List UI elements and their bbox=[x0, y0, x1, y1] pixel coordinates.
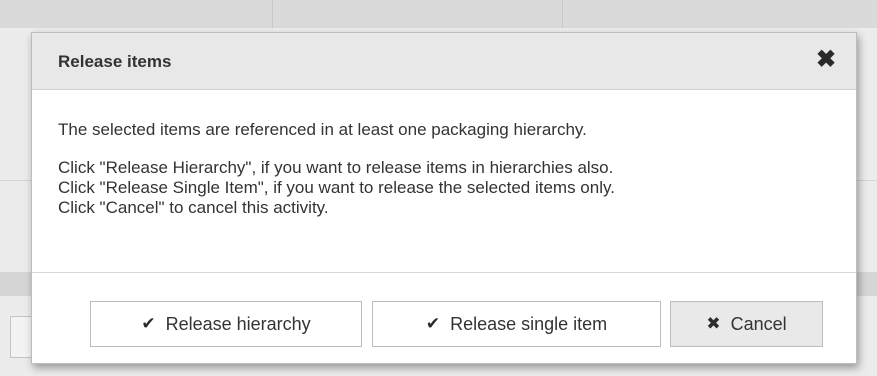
dialog-message-intro: The selected items are referenced in at … bbox=[58, 120, 587, 139]
checkmark-icon: ✔ bbox=[141, 314, 156, 333]
dialog-message-line: Click "Cancel" to cancel this activity. bbox=[58, 198, 329, 217]
background-column-divider bbox=[272, 0, 273, 28]
dialog-message-line: Click "Release Hierarchy", if you want t… bbox=[58, 158, 614, 177]
dialog-message-line: Click "Release Single Item", if you want… bbox=[58, 178, 615, 197]
checkmark-icon: ✔ bbox=[425, 314, 441, 333]
release-hierarchy-button[interactable]: ✔ Release hierarchy bbox=[90, 301, 362, 347]
background-table-header bbox=[0, 0, 877, 28]
background-column-divider bbox=[562, 0, 563, 28]
dialog-titlebar: Release items ✖ bbox=[32, 33, 856, 90]
dialog-footer: ✔ Release hierarchy ✔ Release single ite… bbox=[32, 273, 856, 363]
release-hierarchy-label: Release hierarchy bbox=[165, 313, 311, 334]
release-items-dialog: Release items ✖ The selected items are r… bbox=[31, 32, 857, 364]
close-icon[interactable]: ✖ bbox=[814, 48, 838, 72]
cancel-button[interactable]: ✖ Cancel bbox=[670, 301, 823, 347]
release-single-item-button[interactable]: ✔ Release single item bbox=[372, 301, 661, 347]
dialog-title: Release items bbox=[58, 52, 172, 71]
release-single-item-label: Release single item bbox=[450, 313, 608, 334]
dialog-body: The selected items are referenced in at … bbox=[32, 90, 856, 273]
x-icon: ✖ bbox=[706, 314, 721, 333]
cancel-label: Cancel bbox=[730, 313, 787, 334]
